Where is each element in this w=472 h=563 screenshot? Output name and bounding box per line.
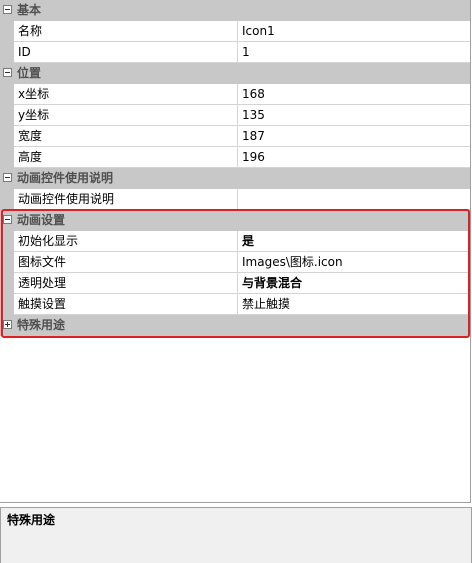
property-name-cell: y坐标	[14, 105, 238, 126]
category-label: 位置	[17, 66, 42, 80]
property-grid: 基本 名称 Icon1 ID 1 位置 x坐标 168 y坐标 135 宽度 1…	[0, 0, 471, 503]
property-name-cell: 初始化显示	[14, 231, 238, 252]
property-row-name[interactable]: 名称 Icon1	[0, 21, 470, 42]
property-value-field[interactable]	[238, 189, 470, 210]
property-value-field[interactable]: 135	[238, 105, 470, 126]
property-value-field[interactable]: 196	[238, 147, 470, 168]
category-position[interactable]: 位置	[0, 63, 470, 84]
property-name-cell: 高度	[14, 147, 238, 168]
property-value-field[interactable]: 1	[238, 42, 470, 63]
property-name-cell: 图标文件	[14, 252, 238, 273]
category-special[interactable]: 特殊用途	[0, 315, 470, 336]
property-name-cell: x坐标	[14, 84, 238, 105]
property-value-field[interactable]: 是	[238, 231, 470, 252]
property-name-cell: 触摸设置	[14, 294, 238, 315]
collapse-icon[interactable]	[3, 68, 12, 77]
description-title: 特殊用途	[7, 513, 56, 527]
property-row-x[interactable]: x坐标 168	[0, 84, 470, 105]
property-value-field[interactable]: 187	[238, 126, 470, 147]
property-row-touch[interactable]: 触摸设置 禁止触摸	[0, 294, 470, 315]
property-row-anim-help[interactable]: 动画控件使用说明	[0, 189, 470, 210]
property-row-init-display[interactable]: 初始化显示 是	[0, 231, 470, 252]
category-basic[interactable]: 基本	[0, 0, 470, 21]
category-anim-help[interactable]: 动画控件使用说明	[0, 168, 470, 189]
property-row-icon-file[interactable]: 图标文件 Images\图标.icon	[0, 252, 470, 273]
description-panel: 特殊用途	[0, 507, 472, 563]
property-row-y[interactable]: y坐标 135	[0, 105, 470, 126]
property-value-field[interactable]: 与背景混合	[238, 273, 470, 294]
category-label: 动画设置	[17, 213, 66, 227]
property-row-id[interactable]: ID 1	[0, 42, 470, 63]
property-name-cell: ID	[14, 42, 238, 63]
property-name-cell: 动画控件使用说明	[14, 189, 238, 210]
property-name-cell: 名称	[14, 21, 238, 42]
property-name-cell: 透明处理	[14, 273, 238, 294]
property-value-field[interactable]: 168	[238, 84, 470, 105]
property-row-height[interactable]: 高度 196	[0, 147, 470, 168]
category-label: 动画控件使用说明	[17, 171, 114, 185]
property-value-field[interactable]: Images\图标.icon	[238, 252, 470, 273]
property-row-width[interactable]: 宽度 187	[0, 126, 470, 147]
property-value-field[interactable]: Icon1	[238, 21, 470, 42]
collapse-icon[interactable]	[3, 173, 12, 182]
property-row-transparency[interactable]: 透明处理 与背景混合	[0, 273, 470, 294]
collapse-icon[interactable]	[3, 5, 12, 14]
expand-icon[interactable]	[3, 320, 12, 329]
collapse-icon[interactable]	[3, 215, 12, 224]
category-anim-settings[interactable]: 动画设置	[0, 210, 470, 231]
property-name-cell: 宽度	[14, 126, 238, 147]
category-label: 基本	[17, 3, 42, 17]
category-label: 特殊用途	[17, 318, 66, 332]
property-value-field[interactable]: 禁止触摸	[238, 294, 470, 315]
